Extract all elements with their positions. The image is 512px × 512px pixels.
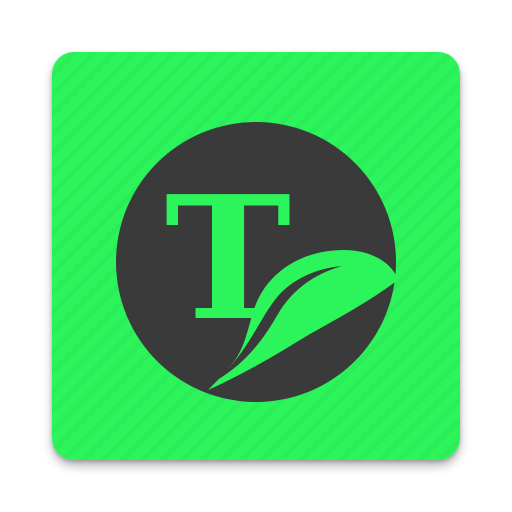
launcher-stage: T (0, 0, 512, 512)
letter-t-icon: T (165, 159, 292, 359)
app-icon-graphic: T (52, 52, 460, 460)
app-icon[interactable]: T (52, 52, 460, 460)
